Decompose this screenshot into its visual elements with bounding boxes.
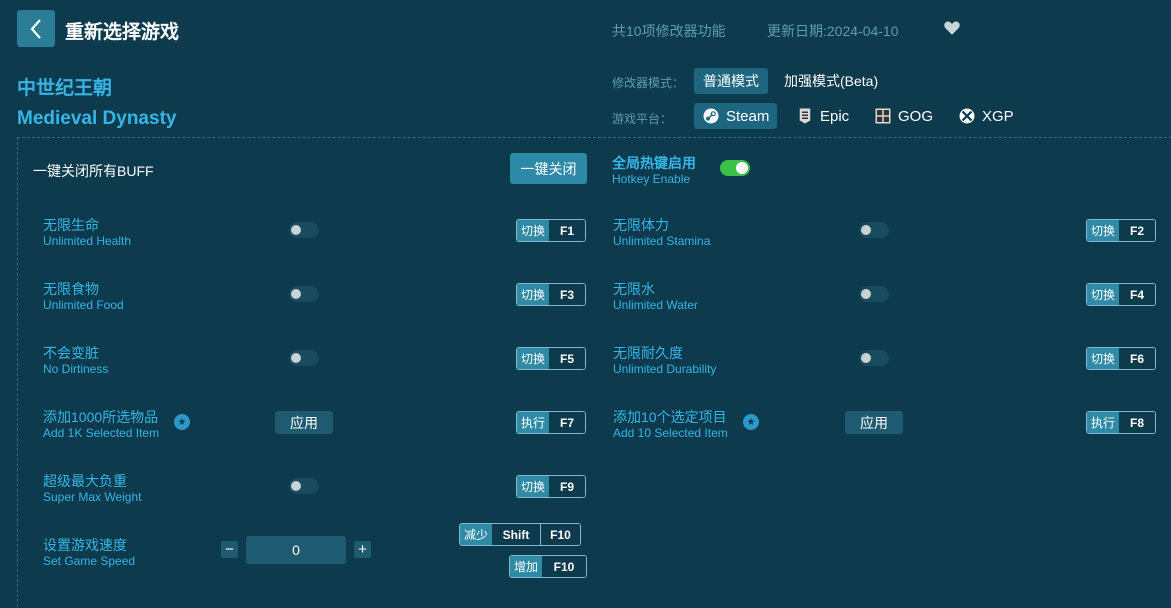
- hotkey-chip[interactable]: 切换 F2: [1086, 219, 1157, 242]
- hotkey-chip[interactable]: 切换 F5: [516, 347, 587, 370]
- disable-all-button[interactable]: 一键关闭: [510, 153, 587, 184]
- platform-xgp[interactable]: XGP: [950, 103, 1022, 129]
- feature-count: 共10项修改器功能: [612, 23, 726, 39]
- back-button[interactable]: [17, 10, 55, 47]
- mode-label: 修改器模式：: [612, 76, 685, 90]
- hotkey-chip[interactable]: 执行 F8: [1086, 411, 1157, 434]
- cheat-toggle[interactable]: [859, 222, 889, 238]
- cheat-toggle[interactable]: [289, 478, 319, 494]
- hotkey-key: F8: [1119, 412, 1156, 433]
- hotkey-key: F7: [549, 412, 586, 433]
- cheat-toggle[interactable]: [289, 286, 319, 302]
- hotkey-key: F1: [549, 220, 586, 241]
- hotkey-action: 增加: [510, 556, 543, 577]
- cheat-label-en: Unlimited Health: [43, 234, 132, 248]
- cheat-label-en: Unlimited Food: [43, 298, 124, 312]
- cheat-label-en: Unlimited Water: [613, 298, 698, 312]
- hotkey-chip[interactable]: 切换 F9: [516, 475, 587, 498]
- speed-increase-hotkey[interactable]: 增加 F10: [509, 555, 588, 578]
- platform-label: 游戏平台：: [612, 112, 673, 126]
- apply-button[interactable]: 应用: [275, 411, 333, 434]
- hotkey-key: F6: [1119, 348, 1156, 369]
- cheat-label-en: Super Max Weight: [43, 490, 142, 504]
- cheat-label-cn: 添加1000所选物品: [43, 409, 159, 425]
- cheat-label-cn: 无限食物: [43, 281, 99, 297]
- game-title-cn: 中世纪王朝: [17, 78, 113, 99]
- steam-icon: [703, 108, 719, 124]
- hotkey-key: F3: [549, 284, 586, 305]
- hotkey-chip[interactable]: 切换 F6: [1086, 347, 1157, 370]
- cheat-label-en: No Dirtiness: [43, 362, 109, 376]
- platform-steam-label: Steam: [726, 107, 770, 125]
- gog-icon: [875, 108, 891, 124]
- hotkey-enable-label-cn: 全局热键启用: [612, 155, 696, 171]
- hotkey-key: F4: [1119, 284, 1156, 305]
- hotkey-key: F10: [540, 524, 581, 545]
- hotkey-enable-label-en: Hotkey Enable: [612, 172, 691, 186]
- hotkey-key: F9: [549, 476, 586, 497]
- hotkey-chip[interactable]: 切换 F3: [516, 283, 587, 306]
- cheat-label-en: Add 1K Selected Item: [43, 426, 160, 440]
- cheat-label-cn: 无限生命: [43, 217, 99, 233]
- hotkey-action: 执行: [517, 412, 550, 433]
- cheat-toggle[interactable]: [289, 222, 319, 238]
- hotkey-action: 切换: [517, 476, 550, 497]
- platform-steam[interactable]: Steam: [694, 103, 778, 129]
- speed-label-en: Set Game Speed: [43, 554, 136, 568]
- speed-input[interactable]: 0: [246, 536, 346, 564]
- cheat-label-cn: 添加10个选定项目: [613, 409, 727, 425]
- epic-icon: [799, 108, 811, 124]
- hotkey-action: 切换: [1087, 220, 1120, 241]
- platform-epic[interactable]: Epic: [788, 103, 857, 129]
- speed-label-cn: 设置游戏速度: [43, 537, 127, 553]
- hotkey-action: 减少: [460, 524, 493, 545]
- cheat-label-en: Add 10 Selected Item: [613, 426, 728, 440]
- mode-normal-button[interactable]: 普通模式: [694, 68, 768, 94]
- apply-button[interactable]: 应用: [845, 411, 903, 434]
- game-title-en: Medieval Dynasty: [17, 108, 177, 129]
- cheat-toggle[interactable]: [289, 350, 319, 366]
- cheat-label-cn: 无限水: [613, 281, 655, 297]
- cheat-toggle[interactable]: [859, 350, 889, 366]
- cheat-toggle[interactable]: [859, 286, 889, 302]
- cheat-label-en: Unlimited Durability: [613, 362, 717, 376]
- cheat-label-en: Unlimited Stamina: [613, 234, 711, 248]
- platform-gog-label: GOG: [898, 107, 934, 125]
- heart-icon[interactable]: [943, 19, 961, 37]
- hotkey-key: F5: [549, 348, 586, 369]
- disable-all-label: 一键关闭所有BUFF: [33, 163, 154, 179]
- hotkey-enable-toggle[interactable]: [720, 160, 750, 176]
- star-icon: ★: [743, 414, 759, 430]
- hotkey-action: 切换: [517, 220, 550, 241]
- xbox-icon: [959, 108, 975, 124]
- speed-decrease-button[interactable]: −: [221, 541, 238, 558]
- hotkey-chip[interactable]: 切换 F4: [1086, 283, 1157, 306]
- platform-xgp-label: XGP: [982, 107, 1014, 125]
- hotkey-action: 切换: [517, 284, 550, 305]
- hotkey-key: F10: [542, 556, 587, 577]
- hotkey-action: 切换: [1087, 284, 1120, 305]
- speed-decrease-hotkey[interactable]: 减少 Shift F10: [459, 523, 582, 546]
- star-icon: ★: [174, 414, 190, 430]
- page-title: 重新选择游戏: [65, 22, 180, 43]
- hotkey-action: 执行: [1087, 412, 1120, 433]
- hotkey-chip[interactable]: 执行 F7: [516, 411, 587, 434]
- chevron-left-icon: [30, 18, 41, 39]
- hotkey-key: F2: [1119, 220, 1156, 241]
- platform-epic-label: Epic: [820, 107, 850, 125]
- cheat-label-cn: 不会变脏: [43, 345, 99, 361]
- mode-enhanced-button[interactable]: 加强模式(Beta): [775, 68, 887, 94]
- platform-gog[interactable]: GOG: [866, 103, 941, 129]
- hotkey-action: 切换: [1087, 348, 1120, 369]
- speed-increase-button[interactable]: +: [354, 541, 371, 558]
- cheat-label-cn: 无限耐久度: [613, 345, 683, 361]
- cheat-label-cn: 超级最大负重: [43, 473, 127, 489]
- hotkey-modifier: Shift: [492, 524, 541, 545]
- cheat-label-cn: 无限体力: [613, 217, 669, 233]
- update-date: 更新日期:2024-04-10: [767, 23, 899, 39]
- hotkey-chip[interactable]: 切换 F1: [516, 219, 587, 242]
- hotkey-action: 切换: [517, 348, 550, 369]
- cheats-panel: [17, 137, 1171, 608]
